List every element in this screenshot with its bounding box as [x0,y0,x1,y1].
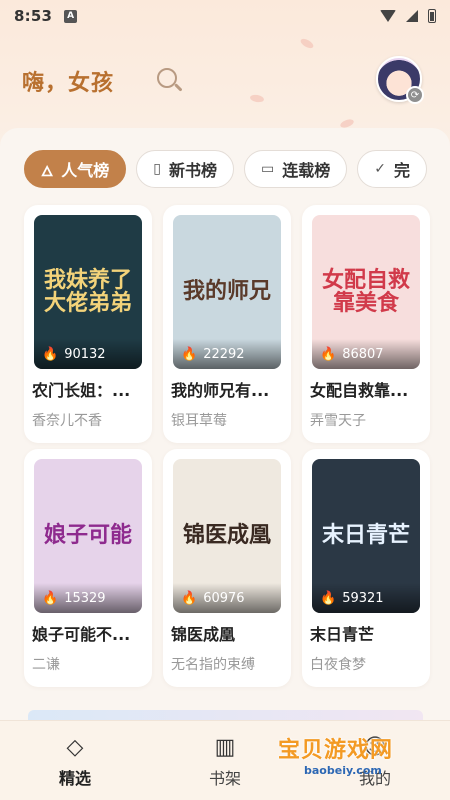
heat-badge: 🔥 60976 [173,583,281,613]
heat-badge: 🔥 59321 [312,583,420,613]
book-author: 二谦 [32,657,60,673]
flame-icon: 🔥 [181,590,198,606]
signal-icon [406,10,418,22]
flame-icon: 🔥 [320,590,337,606]
heat-badge: 🔥 90132 [34,339,142,369]
tab-label: 人气榜 [61,161,110,180]
ranking-tabs: 🜂 人气榜 ▯ 新书榜 ▭ 连载榜 ✓ 完 [24,150,450,188]
book-cover: 我的师兄 🔥 22292 [173,215,281,369]
bookmark-icon: ▭ [261,161,275,177]
tab-label: 连载榜 [282,161,331,180]
nav-label: 书架 [208,769,241,788]
flame-icon: 🔥 [42,346,59,362]
heat-count: 22292 [203,346,245,362]
tab-label: 新书榜 [168,161,217,180]
battery-icon [428,9,436,23]
book-author: 白夜食梦 [310,657,366,673]
book-title: 末日青芒 [310,625,375,644]
book-cover: 我妹养了大佬弟弟 🔥 90132 [34,215,142,369]
status-bar: 8:53 A [0,0,450,32]
refresh-icon: ⟳ [406,86,424,104]
search-button[interactable] [155,66,185,96]
tab-serializing[interactable]: ▭ 连载榜 [244,150,348,188]
book-title: 锦医成凰 [171,625,236,644]
tab-new-books[interactable]: ▯ 新书榜 [136,150,234,188]
user-icon: ☺ [363,735,387,760]
diamond-icon: ◇ [66,735,84,760]
status-time: 8:53 [14,7,53,25]
heat-badge: 🔥 22292 [173,339,281,369]
book-title: 农门长姐：... [32,381,131,400]
book-title: 娘子可能不... [32,625,131,644]
book-cover: 娘子可能 🔥 15329 [34,459,142,613]
bookshelf-icon: ▥ [214,735,236,760]
tab-label: 完 [393,161,410,180]
greeting-title: 嗨，女孩 [22,70,115,96]
tab-completed[interactable]: ✓ 完 [357,150,427,188]
book-card[interactable]: 我的师兄 🔥 22292 我的师兄有... 银耳草莓 [163,205,291,443]
heat-badge: 🔥 86807 [312,339,420,369]
check-circle-icon: ✓ [374,161,386,177]
book-cover: 锦医成凰 🔥 60976 [173,459,281,613]
heat-count: 59321 [342,590,384,606]
flame-icon: 🔥 [181,346,198,362]
book-cover: 末日青芒 🔥 59321 [312,459,420,613]
bottom-nav: ◇ 精选 ▥ 书架 ☺ 我的 [0,720,450,800]
wifi-icon [380,10,396,22]
flame-icon: 🔥 [320,346,337,362]
book-cover: 女配自救靠美食 🔥 86807 [312,215,420,369]
heat-badge: 🔥 15329 [34,583,142,613]
book-author: 香奈儿不香 [32,413,102,429]
book-card[interactable]: 锦医成凰 🔥 60976 锦医成凰 无名指的束缚 [163,449,291,687]
notification-a-icon: A [64,9,78,23]
flame-icon: 🜂 [41,163,54,180]
book-card[interactable]: 末日青芒 🔥 59321 末日青芒 白夜食梦 [302,449,430,687]
book-card[interactable]: 我妹养了大佬弟弟 🔥 90132 农门长姐：... 香奈儿不香 [24,205,152,443]
book-title: 女配自救靠... [310,381,409,400]
book-card[interactable]: 女配自救靠美食 🔥 86807 女配自救靠... 弄雪天子 [302,205,430,443]
nav-featured[interactable]: ◇ 精选 [0,721,150,800]
book-card[interactable]: 娘子可能 🔥 15329 娘子可能不... 二谦 [24,449,152,687]
book-author: 无名指的束缚 [171,657,255,673]
tab-popular[interactable]: 🜂 人气榜 [24,150,127,188]
nav-label: 精选 [58,769,91,788]
heat-count: 90132 [64,346,106,362]
heat-count: 60976 [203,590,245,606]
nav-label: 我的 [358,769,391,788]
book-title: 我的师兄有... [171,381,270,400]
book-icon: ▯ [153,161,161,177]
book-author: 银耳草莓 [171,413,227,429]
flame-icon: 🔥 [42,590,59,606]
book-author: 弄雪天子 [310,413,366,429]
nav-bookshelf[interactable]: ▥ 书架 [150,721,300,800]
nav-profile[interactable]: ☺ 我的 [300,721,450,800]
heat-count: 15329 [64,590,106,606]
heat-count: 86807 [342,346,384,362]
